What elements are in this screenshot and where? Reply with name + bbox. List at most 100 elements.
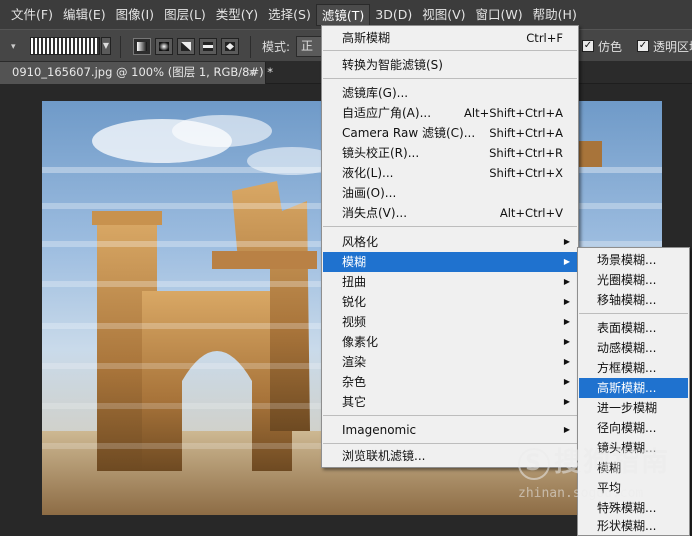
- menu-item-other[interactable]: 其它 ▶: [323, 392, 577, 412]
- dither-checkbox[interactable]: ✓: [582, 40, 594, 52]
- menu-item-blur[interactable]: 模糊 ▶: [323, 252, 577, 272]
- menu-item-camera-raw[interactable]: Camera Raw 滤镜(C)... Shift+Ctrl+A: [323, 123, 577, 143]
- menu-item-video[interactable]: 视频 ▶: [323, 312, 577, 332]
- submenu-item-surface-blur[interactable]: 表面模糊...: [579, 318, 688, 338]
- menu-item-label: 扭曲: [342, 275, 367, 289]
- menu-item-distort[interactable]: 扭曲 ▶: [323, 272, 577, 292]
- submenu-item-gaussian-blur[interactable]: 高斯模糊...: [579, 378, 688, 398]
- menu-item-label: 其它: [342, 395, 367, 409]
- transparency-checkbox[interactable]: ✓: [637, 40, 649, 52]
- document-tab-title: 0910_165607.jpg @ 100% (图层 1, RGB/8#) *: [12, 65, 273, 79]
- menu-item-label: 场景模糊...: [597, 253, 657, 267]
- menu-divider: [323, 50, 577, 51]
- menu-divider: [323, 226, 577, 227]
- shortcut-label: Shift+Ctrl+X: [489, 166, 563, 180]
- menu-item-label: Camera Raw 滤镜(C)...: [342, 126, 476, 140]
- submenu-arrow-icon: ▶: [563, 237, 570, 246]
- submenu-arrow-icon: ▶: [563, 337, 570, 346]
- menu-item-vanishing-point[interactable]: 消失点(V)... Alt+Ctrl+V: [323, 203, 577, 223]
- menu-image[interactable]: 图像(I): [111, 4, 159, 26]
- gradient-picker-arrow-icon[interactable]: ▼: [101, 37, 111, 55]
- menu-item-label: 渲染: [342, 355, 367, 369]
- menu-item-oil-paint[interactable]: 油画(O)...: [323, 183, 577, 203]
- submenu-arrow-icon: ▶: [563, 317, 570, 326]
- submenu-item-iris-blur[interactable]: 光圈模糊...: [579, 270, 688, 290]
- menu-item-sharpen[interactable]: 锐化 ▶: [323, 292, 577, 312]
- menu-item-smart-filter[interactable]: 转换为智能滤镜(S): [323, 55, 577, 75]
- submenu-item-tilt-shift[interactable]: 移轴模糊...: [579, 290, 688, 310]
- dither-label: 仿色: [598, 40, 623, 54]
- tool-preset-arrow-icon[interactable]: ▾: [11, 42, 16, 52]
- menu-item-label: 液化(L)...: [342, 166, 394, 180]
- mode-select[interactable]: 正常: [296, 36, 324, 57]
- menu-item-label: Imagenomic: [342, 423, 417, 437]
- menu-item-label: 高斯模糊...: [597, 381, 657, 395]
- submenu-arrow-icon: ▶: [563, 357, 570, 366]
- divider: [120, 36, 121, 58]
- menu-item-stylize[interactable]: 风格化 ▶: [323, 232, 577, 252]
- menu-item-imagenomic[interactable]: Imagenomic ▶: [323, 420, 577, 440]
- menu-item-label: 浏览联机滤镜...: [342, 449, 426, 463]
- close-icon[interactable]: ×: [248, 62, 257, 83]
- menu-3d[interactable]: 3D(D): [370, 4, 417, 26]
- radial-gradient-button[interactable]: [155, 38, 173, 55]
- shortcut-label: Ctrl+F: [526, 31, 563, 45]
- shortcut-label: Alt+Shift+Ctrl+A: [464, 106, 563, 120]
- reflected-gradient-icon: [203, 42, 213, 51]
- menu-item-label: 滤镜库(G)...: [342, 86, 409, 100]
- submenu-item-motion-blur[interactable]: 动感模糊...: [579, 338, 688, 358]
- transparency-label: 透明区域: [653, 40, 692, 54]
- menu-item-label: 锐化: [342, 295, 367, 309]
- diamond-gradient-button[interactable]: [221, 38, 239, 55]
- shortcut-label: Alt+Ctrl+V: [499, 206, 563, 220]
- menu-item-lens-correction[interactable]: 镜头校正(R)... Shift+Ctrl+R: [323, 143, 577, 163]
- gradient-swatch[interactable]: [30, 37, 100, 55]
- menu-window[interactable]: 窗口(W): [471, 4, 528, 26]
- menu-item-last-filter[interactable]: 高斯模糊 Ctrl+F: [323, 28, 577, 48]
- menu-divider: [323, 78, 577, 79]
- diamond-gradient-icon: [225, 42, 235, 51]
- linear-gradient-button[interactable]: [133, 38, 151, 55]
- menu-item-noise[interactable]: 杂色 ▶: [323, 372, 577, 392]
- menu-item-liquify[interactable]: 液化(L)... Shift+Ctrl+X: [323, 163, 577, 183]
- reflected-gradient-button[interactable]: [199, 38, 217, 55]
- submenu-item-blur-more[interactable]: 进一步模糊: [579, 398, 688, 418]
- angle-gradient-button[interactable]: [177, 38, 195, 55]
- menu-edit[interactable]: 编辑(E): [58, 4, 111, 26]
- submenu-arrow-icon: ▶: [563, 397, 570, 406]
- menu-file[interactable]: 文件(F): [6, 4, 58, 26]
- submenu-item-radial-blur[interactable]: 径向模糊...: [579, 418, 688, 438]
- menu-item-adaptive-wide-angle[interactable]: 自适应广角(A)... Alt+Shift+Ctrl+A: [323, 103, 577, 123]
- radial-gradient-icon: [159, 42, 169, 51]
- menu-item-label: 转换为智能滤镜(S): [342, 58, 443, 72]
- menu-item-render[interactable]: 渲染 ▶: [323, 352, 577, 372]
- menu-item-label: 镜头校正(R)...: [342, 146, 420, 160]
- sogou-logo-icon: S: [518, 447, 550, 480]
- submenu-arrow-icon: ▶: [563, 377, 570, 386]
- watermark-text: 搜狗指南: [554, 447, 670, 478]
- watermark-domain: zhinan.sogou.com: [518, 486, 644, 501]
- submenu-item-field-blur[interactable]: 场景模糊...: [579, 250, 688, 270]
- menu-item-pixelate[interactable]: 像素化 ▶: [323, 332, 577, 352]
- menu-view[interactable]: 视图(V): [417, 4, 470, 26]
- filter-menu: 高斯模糊 Ctrl+F 转换为智能滤镜(S) 滤镜库(G)... 自适应广角(A…: [321, 25, 579, 468]
- shortcut-label: Shift+Ctrl+R: [489, 146, 563, 160]
- angle-gradient-icon: [181, 42, 191, 51]
- submenu-item-shape-blur[interactable]: 形状模糊...: [579, 516, 688, 536]
- menu-item-filter-gallery[interactable]: 滤镜库(G)...: [323, 83, 577, 103]
- menu-help[interactable]: 帮助(H): [528, 4, 582, 26]
- menu-item-label: 光圈模糊...: [597, 273, 657, 287]
- menu-filter[interactable]: 滤镜(T): [315, 3, 371, 26]
- menu-layer[interactable]: 图层(L): [159, 4, 211, 26]
- submenu-arrow-icon: ▶: [563, 257, 570, 266]
- shortcut-label: Shift+Ctrl+A: [489, 126, 563, 140]
- menu-item-label: 像素化: [342, 335, 379, 349]
- document-tab[interactable]: 0910_165607.jpg @ 100% (图层 1, RGB/8#) * …: [0, 62, 273, 84]
- submenu-item-smart-blur[interactable]: 特殊模糊...: [579, 498, 688, 518]
- menu-item-label: 特殊模糊...: [597, 501, 657, 515]
- menu-select[interactable]: 选择(S): [263, 4, 316, 26]
- divider: [250, 36, 251, 58]
- menu-type[interactable]: 类型(Y): [211, 4, 263, 26]
- submenu-item-box-blur[interactable]: 方框模糊...: [579, 358, 688, 378]
- submenu-arrow-icon: ▶: [563, 425, 570, 434]
